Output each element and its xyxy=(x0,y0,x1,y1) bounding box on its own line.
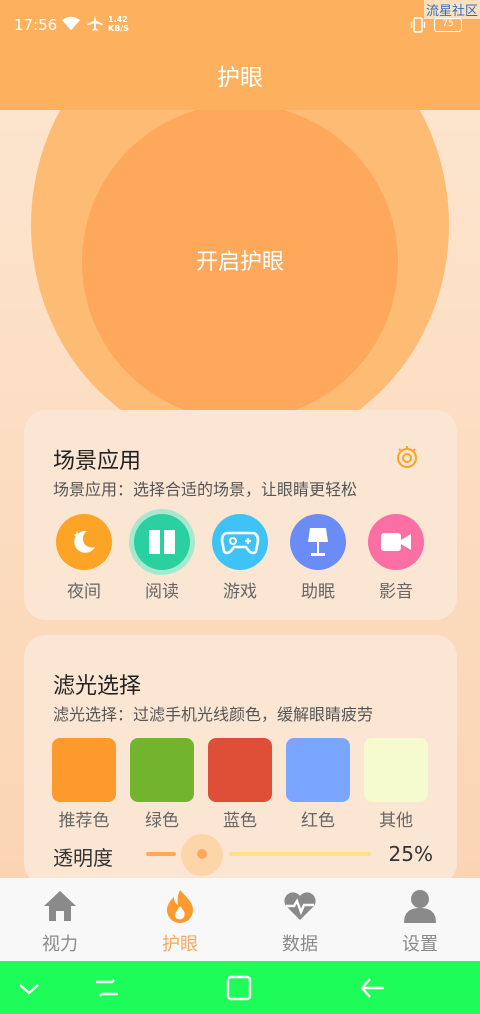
nav-label: 数据 xyxy=(282,934,318,955)
scene-list: 夜间 阅读 游戏 助眠 影音 xyxy=(54,514,434,604)
nav-item-eye-protection[interactable]: 护眼 xyxy=(140,888,220,956)
opacity-slider-track[interactable] xyxy=(229,852,371,856)
gamepad-icon xyxy=(212,514,268,570)
color-swatch xyxy=(52,738,116,802)
system-navigation-bar xyxy=(0,961,480,1014)
status-time: 17:56 xyxy=(14,16,58,34)
color-swatch xyxy=(286,738,350,802)
scene-item-sleep[interactable]: 助眠 xyxy=(288,514,348,602)
recent-apps-icon[interactable] xyxy=(92,973,122,1003)
filter-label: 绿色 xyxy=(145,811,179,831)
person-icon xyxy=(404,890,436,923)
scene-title: 场景应用 xyxy=(53,449,142,474)
filter-subtitle: 滤光选择：过滤手机光线颜色，缓解眼睛疲劳 xyxy=(53,705,374,724)
filter-other[interactable]: 其他 xyxy=(364,738,428,831)
status-bar: 17:56 1.42 KB/S 流星社区 75 xyxy=(0,0,480,50)
page-title: 护眼 xyxy=(217,65,263,91)
filter-label: 其他 xyxy=(379,811,413,831)
enable-eye-protection-label: 开启护眼 xyxy=(195,250,284,275)
scene-subtitle: 场景应用：选择合适的场景，让眼睛更轻松 xyxy=(53,480,358,499)
enable-eye-protection-button[interactable]: 开启护眼 xyxy=(82,104,398,420)
opacity-row: 透明度 25% xyxy=(53,834,443,876)
filter-label: 推荐色 xyxy=(58,811,110,831)
nav-item-data[interactable]: 数据 xyxy=(260,888,340,956)
app-header: 17:56 1.42 KB/S 流星社区 75 护眼 xyxy=(0,0,480,110)
network-speed-unit: KB/S xyxy=(108,24,129,33)
color-swatch xyxy=(364,738,428,802)
filter-blue[interactable]: 蓝色 xyxy=(208,738,272,831)
nav-item-vision[interactable]: 视力 xyxy=(20,888,100,956)
filter-label: 红色 xyxy=(301,811,335,831)
nav-label: 视力 xyxy=(42,934,78,955)
scene-label: 阅读 xyxy=(145,582,179,602)
bottom-navigation: 视力 护眼 数据 设置 xyxy=(0,878,480,961)
lamp-icon xyxy=(290,514,346,570)
home-button-icon[interactable] xyxy=(224,973,254,1003)
filter-recommended[interactable]: 推荐色 xyxy=(52,738,116,831)
opacity-value: 25% xyxy=(388,842,433,866)
filter-card: 滤光选择 滤光选择：过滤手机光线颜色，缓解眼睛疲劳 推荐色 绿色 蓝色 红色 其… xyxy=(24,635,457,885)
watermark: 流星社区 xyxy=(423,0,480,19)
moon-stars-icon xyxy=(56,514,112,570)
home-icon xyxy=(44,891,76,921)
airplane-icon xyxy=(87,15,103,31)
scene-label: 影音 xyxy=(379,582,413,602)
video-camera-icon xyxy=(368,514,424,570)
scene-item-reading[interactable]: 阅读 xyxy=(132,514,192,602)
filter-label: 蓝色 xyxy=(223,811,257,831)
color-swatch xyxy=(130,738,194,802)
network-speed: 1.42 KB/S xyxy=(108,15,129,33)
heart-pulse-icon xyxy=(284,892,316,920)
network-speed-value: 1.42 xyxy=(108,15,128,24)
wifi-icon xyxy=(62,16,80,31)
nav-item-settings[interactable]: 设置 xyxy=(380,888,460,956)
scene-label: 夜间 xyxy=(67,582,101,602)
battery-indicator: 75 xyxy=(434,18,462,32)
filter-red[interactable]: 红色 xyxy=(286,738,350,831)
open-book-icon xyxy=(134,514,190,570)
scene-label: 助眠 xyxy=(301,582,335,602)
opacity-slider-filled-track[interactable] xyxy=(146,852,176,856)
back-arrow-icon[interactable] xyxy=(358,973,388,1003)
filter-green[interactable]: 绿色 xyxy=(130,738,194,831)
vibrate-icon xyxy=(410,17,426,33)
scene-card: 场景应用 场景应用：选择合适的场景，让眼睛更轻松 夜间 阅读 游戏 助眠 影音 xyxy=(24,410,457,620)
gear-icon[interactable] xyxy=(394,444,420,470)
scene-item-night[interactable]: 夜间 xyxy=(54,514,114,602)
scene-item-video[interactable]: 影音 xyxy=(366,514,426,602)
filter-title: 滤光选择 xyxy=(53,674,142,699)
scene-item-game[interactable]: 游戏 xyxy=(210,514,270,602)
flame-icon xyxy=(167,890,193,923)
nav-label: 设置 xyxy=(402,934,438,955)
chevron-down-icon[interactable] xyxy=(14,973,44,1003)
color-swatch xyxy=(208,738,272,802)
opacity-label: 透明度 xyxy=(53,846,113,870)
scene-label: 游戏 xyxy=(223,582,257,602)
nav-label: 护眼 xyxy=(162,934,198,955)
opacity-slider-thumb[interactable] xyxy=(197,849,207,859)
filter-list: 推荐色 绿色 蓝色 红色 其他 xyxy=(52,738,442,833)
